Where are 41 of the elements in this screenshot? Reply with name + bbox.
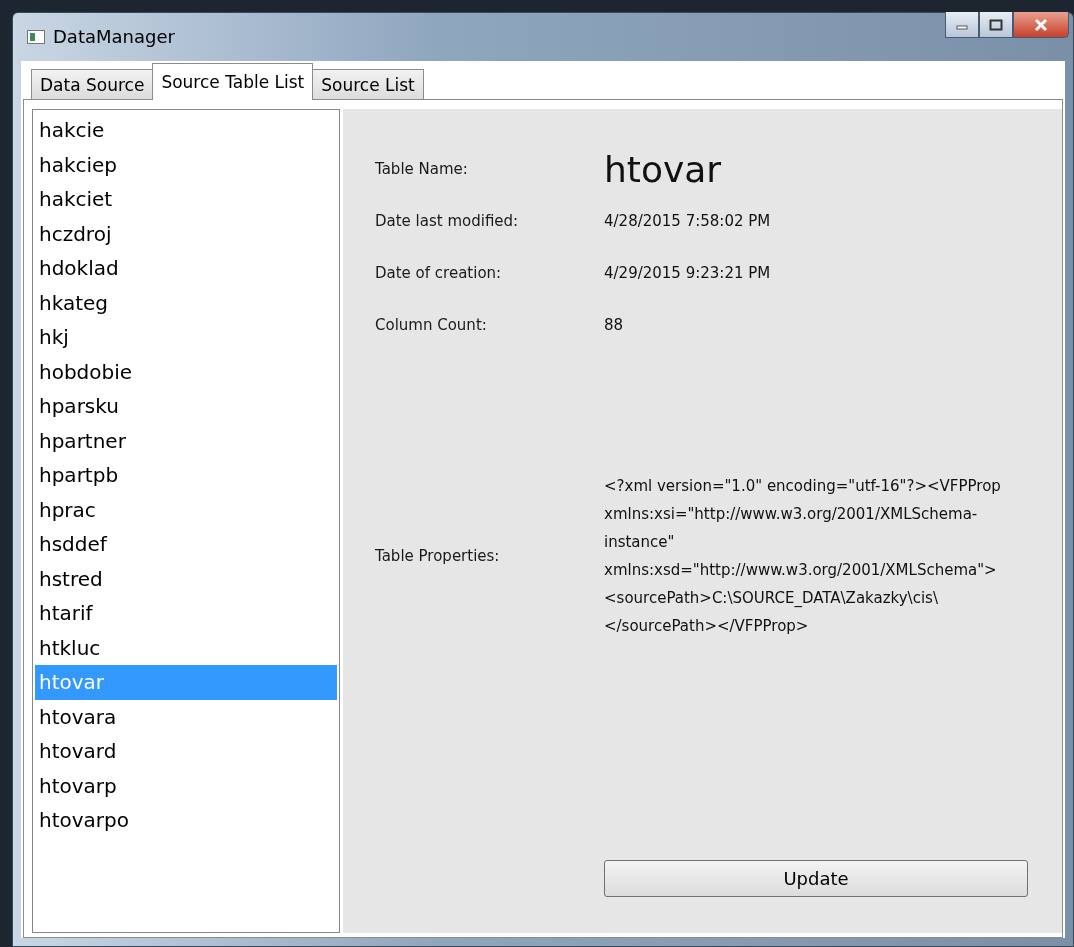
list-item[interactable]: htovarp — [35, 768, 337, 803]
list-item[interactable]: hpartner — [35, 423, 337, 458]
field-label: Table Name: — [375, 160, 469, 178]
list-item[interactable]: hakcie — [35, 113, 337, 148]
field-value: htovar — [604, 148, 722, 190]
field-value: 4/29/2015 9:23:21 PM — [604, 264, 771, 282]
list-item[interactable]: hakciet — [35, 182, 337, 217]
close-icon — [1033, 17, 1049, 32]
field-value: 88 — [604, 316, 624, 334]
list-item[interactable]: hobdobie — [35, 354, 337, 389]
list-item[interactable]: htarif — [35, 596, 337, 631]
window-title: DataManager — [53, 26, 176, 47]
field-label: Date last modified: — [375, 212, 520, 230]
close-button[interactable] — [1013, 12, 1069, 38]
field-label: Table Properties: — [375, 547, 501, 565]
minimize-button[interactable] — [945, 12, 979, 38]
list-item[interactable]: htovara — [35, 699, 337, 734]
list-item[interactable]: hpartpb — [35, 458, 337, 493]
list-item[interactable]: hdoklad — [35, 251, 337, 286]
list-item[interactable]: htkluc — [35, 630, 337, 665]
list-item[interactable]: hsddef — [35, 527, 337, 562]
tab[interactable]: Data Source — [31, 69, 154, 100]
list-item[interactable]: htovard — [35, 734, 337, 769]
list-item[interactable]: hakciep — [35, 147, 337, 182]
maximize-icon — [989, 18, 1003, 31]
app-icon — [27, 30, 45, 44]
update-button[interactable]: Update — [604, 860, 1028, 897]
list-item[interactable]: htovarpo — [35, 803, 337, 838]
list-item[interactable]: hparsku — [35, 389, 337, 424]
field-value: 4/28/2015 7:58:02 PM — [604, 212, 771, 230]
list-item[interactable]: hczdroj — [35, 216, 337, 251]
field-label: Date of creation: — [375, 264, 503, 282]
list-item[interactable]: hkj — [35, 320, 337, 355]
list-item[interactable]: hstred — [35, 561, 337, 596]
list-item[interactable]: hkateg — [35, 285, 337, 320]
tab[interactable]: Source List — [312, 69, 424, 100]
list-item[interactable]: hprac — [35, 492, 337, 527]
maximize-button[interactable] — [979, 12, 1013, 38]
field-value: <?xml version="1.0" encoding="utf-16"?><VFPProp xmlns:xsi="http://www.w3.org/2001/XMLSchema-instance" xmlns:xsd="http://www.w3.org/2001/XMLSchema"><sourcePath>C:\SOURCE_DATA\Zakazky\cis\</sourcePath></VFPProp> — [604, 476, 1002, 637]
field-label: Column Count: — [375, 316, 488, 334]
tab[interactable]: Source Table List — [152, 63, 314, 100]
